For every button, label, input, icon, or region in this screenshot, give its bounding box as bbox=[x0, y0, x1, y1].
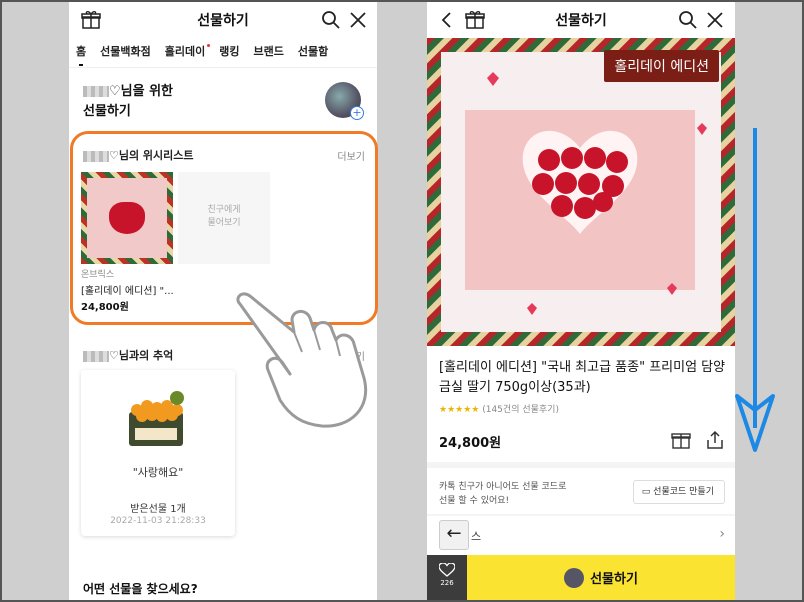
search-icon[interactable] bbox=[678, 10, 698, 30]
memories-title-text: ♡님과의 추억 bbox=[109, 349, 174, 362]
tab-ranking[interactable]: 랭킹 bbox=[212, 40, 246, 67]
gift-box-icon[interactable] bbox=[671, 430, 691, 450]
divider bbox=[427, 514, 735, 516]
memory-card[interactable]: "사랑해요" 받은선물 1개 2022-11-03 21:28:33 bbox=[81, 370, 235, 536]
header: 선물하기 bbox=[427, 2, 735, 38]
product-title: [홀리데이 에디션] "국내 최고급 품종" 프리미엄 담양 금실 딸기 750… bbox=[439, 360, 726, 395]
blurred-name bbox=[83, 350, 109, 362]
gift-button[interactable]: 선물하기 bbox=[467, 555, 735, 600]
orange-box-image bbox=[129, 391, 184, 446]
close-icon[interactable] bbox=[348, 10, 368, 30]
back-arrow-button[interactable]: ← bbox=[439, 520, 469, 550]
pointing-hand-icon bbox=[236, 292, 368, 428]
new-dot bbox=[207, 44, 211, 47]
bottom-action-bar: 226 선물하기 bbox=[427, 555, 735, 600]
search-icon[interactable] bbox=[321, 10, 341, 30]
category-tabs: 홈 선물백화점 홀리데이 랭킹 브랜드 선물함 bbox=[69, 40, 377, 68]
create-gift-code-label: 선물코드 만들기 bbox=[653, 487, 714, 497]
gift-code-note: 카톡 친구가 아니어도 선물 코드로 선물 할 수 있어요! bbox=[439, 482, 567, 506]
greeting-line1: ♡님을 위한 bbox=[109, 84, 174, 99]
star-glyphs: ★★★★★ bbox=[439, 405, 480, 415]
avatar bbox=[564, 567, 585, 588]
add-icon: + bbox=[350, 106, 364, 120]
divider bbox=[427, 462, 735, 468]
memory-message: "사랑해요" bbox=[132, 466, 184, 479]
memory-date: 2022-11-03 21:28:33 bbox=[110, 516, 206, 526]
section-label-partial: 스 bbox=[471, 530, 482, 543]
blurred-name bbox=[83, 86, 109, 97]
tab-department[interactable]: 선물백화점 bbox=[93, 40, 158, 67]
memories-title: ♡님과의 추억 bbox=[83, 347, 173, 363]
share-icon[interactable] bbox=[705, 430, 725, 450]
tab-brand[interactable]: 브랜드 bbox=[246, 40, 290, 67]
gift-button-label: 선물하기 bbox=[590, 572, 638, 587]
review-count: (145건의 선물후기) bbox=[482, 405, 559, 415]
product-hero-image[interactable] bbox=[427, 38, 735, 346]
scroll-down-arrow-icon bbox=[735, 128, 775, 452]
heart-icon bbox=[438, 562, 456, 577]
greeting: ♡님을 위한 선물하기 bbox=[83, 82, 173, 122]
tab-holiday[interactable]: 홀리데이 bbox=[158, 40, 212, 67]
product-price: 24,800원 bbox=[439, 436, 502, 451]
code-icon: ▭ bbox=[641, 487, 654, 497]
like-count: 226 bbox=[440, 579, 454, 587]
find-gift-heading: 어떤 선물을 찾으세요? bbox=[83, 582, 198, 596]
holiday-edition-badge: 홀리데이 에디션 bbox=[604, 50, 719, 82]
greeting-line2: 선물하기 bbox=[83, 104, 131, 119]
header: 선물하기 bbox=[69, 2, 377, 38]
avatar[interactable]: + bbox=[325, 82, 364, 120]
rating-stars[interactable]: ★★★★★ (145건의 선물후기) bbox=[439, 402, 559, 415]
received-count: 받은선물 1개 bbox=[130, 504, 186, 515]
wish-button[interactable]: 226 bbox=[427, 555, 467, 600]
chevron-right-icon[interactable]: › bbox=[719, 526, 725, 542]
close-icon[interactable] bbox=[705, 10, 725, 30]
tab-home[interactable]: 홈 bbox=[69, 40, 93, 67]
create-gift-code-button[interactable]: ▭ 선물코드 만들기 bbox=[632, 480, 725, 504]
tab-giftbox[interactable]: 선물함 bbox=[291, 40, 335, 67]
right-screen: 선물하기 홀리데이 에디션 [홀리데이 에디션] "국내 최고급 품종" 프리미… bbox=[427, 2, 735, 600]
tab-label: 홀리데이 bbox=[164, 45, 206, 58]
